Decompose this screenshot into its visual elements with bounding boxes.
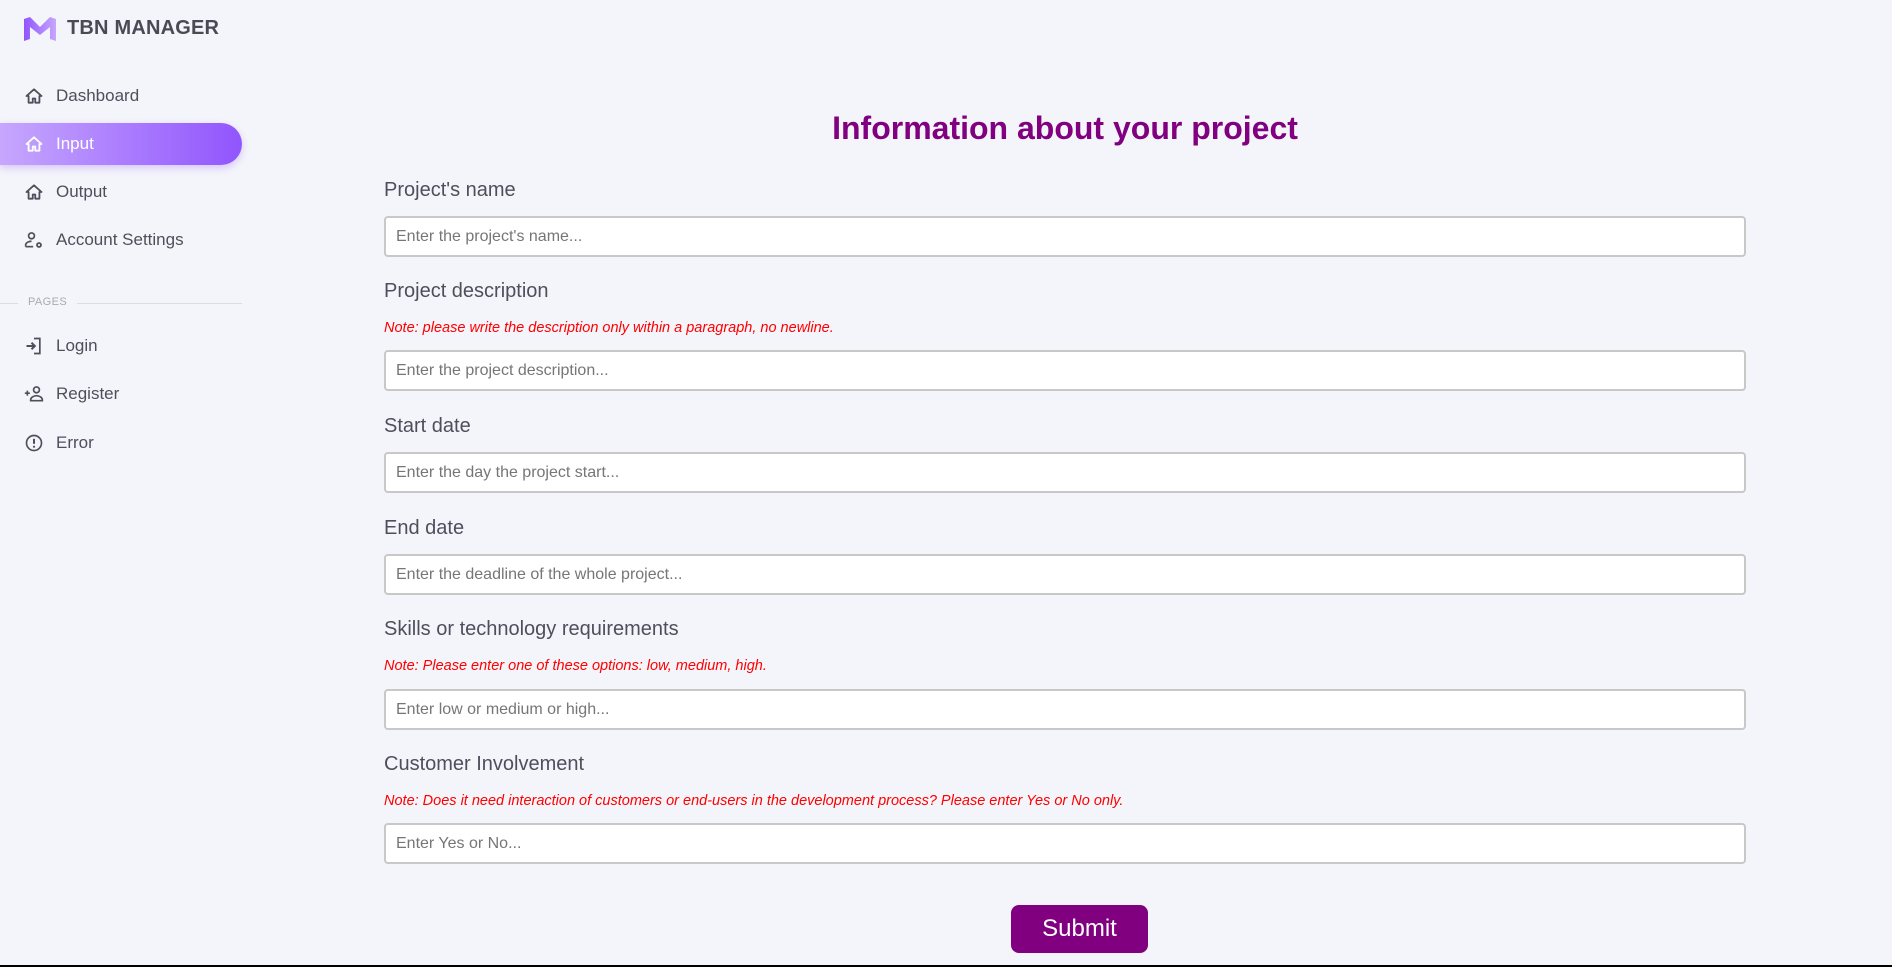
sidebar-item-label: Output bbox=[56, 182, 108, 201]
home-icon bbox=[25, 184, 43, 200]
sidebar-item-input[interactable]: Input bbox=[0, 123, 242, 165]
customer-involvement-note: Note: Does it need interaction of custom… bbox=[384, 793, 1124, 809]
sidebar-item-output[interactable]: Output bbox=[0, 171, 242, 213]
project-description-input[interactable] bbox=[384, 350, 1746, 391]
submit-button[interactable]: Submit bbox=[1011, 905, 1148, 953]
sidebar-item-label: Login bbox=[56, 336, 98, 355]
sidebar-item-account-settings[interactable]: Account Settings bbox=[0, 219, 242, 261]
customer-involvement-input[interactable] bbox=[384, 823, 1746, 864]
project-description-note: Note: please write the description only … bbox=[384, 320, 834, 336]
page-title: Information about your project bbox=[832, 110, 1298, 146]
account-cog-icon bbox=[24, 232, 42, 248]
sidebar-item-label: Dashboard bbox=[56, 86, 140, 105]
start-date-label: Start date bbox=[384, 415, 471, 437]
sidebar-item-dashboard[interactable]: Dashboard bbox=[0, 75, 242, 117]
home-icon bbox=[25, 88, 43, 104]
account-plus-icon bbox=[24, 386, 44, 402]
section-label-pages: PAGES bbox=[18, 296, 78, 308]
sidebar-item-label: Input bbox=[56, 134, 94, 153]
sidebar-item-label: Register bbox=[56, 384, 120, 403]
home-icon bbox=[25, 136, 43, 152]
sidebar-item-login[interactable]: Login bbox=[0, 325, 242, 367]
project-description-label: Project description bbox=[384, 280, 549, 302]
start-date-input[interactable] bbox=[384, 452, 1746, 493]
brand-name: TBN MANAGER bbox=[67, 17, 220, 39]
alert-circle-icon bbox=[25, 434, 43, 452]
customer-involvement-label: Customer Involvement bbox=[384, 753, 585, 775]
sidebar-item-label: Error bbox=[56, 433, 94, 452]
sidebar-item-register[interactable]: Register bbox=[0, 373, 242, 415]
skills-input[interactable] bbox=[384, 689, 1746, 730]
sidebar-item-error[interactable]: Error bbox=[0, 422, 242, 464]
skills-note: Note: Please enter one of these options:… bbox=[384, 658, 767, 674]
end-date-label: End date bbox=[384, 517, 465, 539]
login-icon bbox=[26, 337, 41, 355]
end-date-input[interactable] bbox=[384, 554, 1746, 595]
logo-icon bbox=[24, 17, 56, 41]
sidebar-item-label: Account Settings bbox=[56, 230, 184, 249]
project-name-label: Project's name bbox=[384, 179, 516, 201]
project-name-input[interactable] bbox=[384, 216, 1746, 257]
skills-label: Skills or technology requirements bbox=[384, 618, 679, 640]
